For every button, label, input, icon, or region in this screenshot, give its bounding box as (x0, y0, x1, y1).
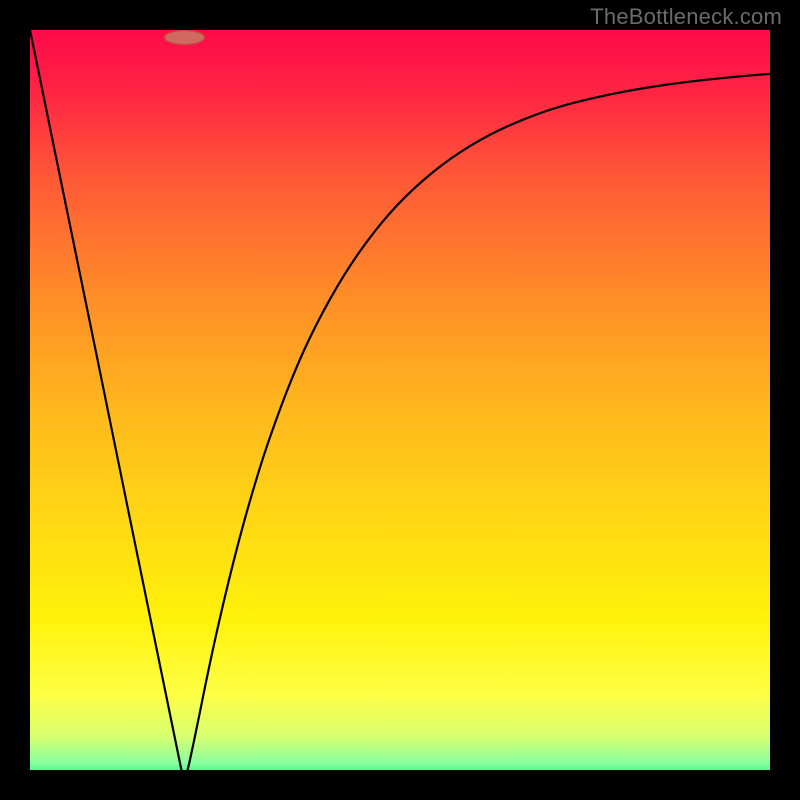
watermark-text: TheBottleneck.com (590, 4, 782, 30)
plot-background (30, 30, 780, 785)
bottleneck-marker (165, 31, 205, 45)
chart-svg (0, 0, 800, 800)
chart-container: { "watermark": "TheBottleneck.com", "cha… (0, 0, 800, 800)
